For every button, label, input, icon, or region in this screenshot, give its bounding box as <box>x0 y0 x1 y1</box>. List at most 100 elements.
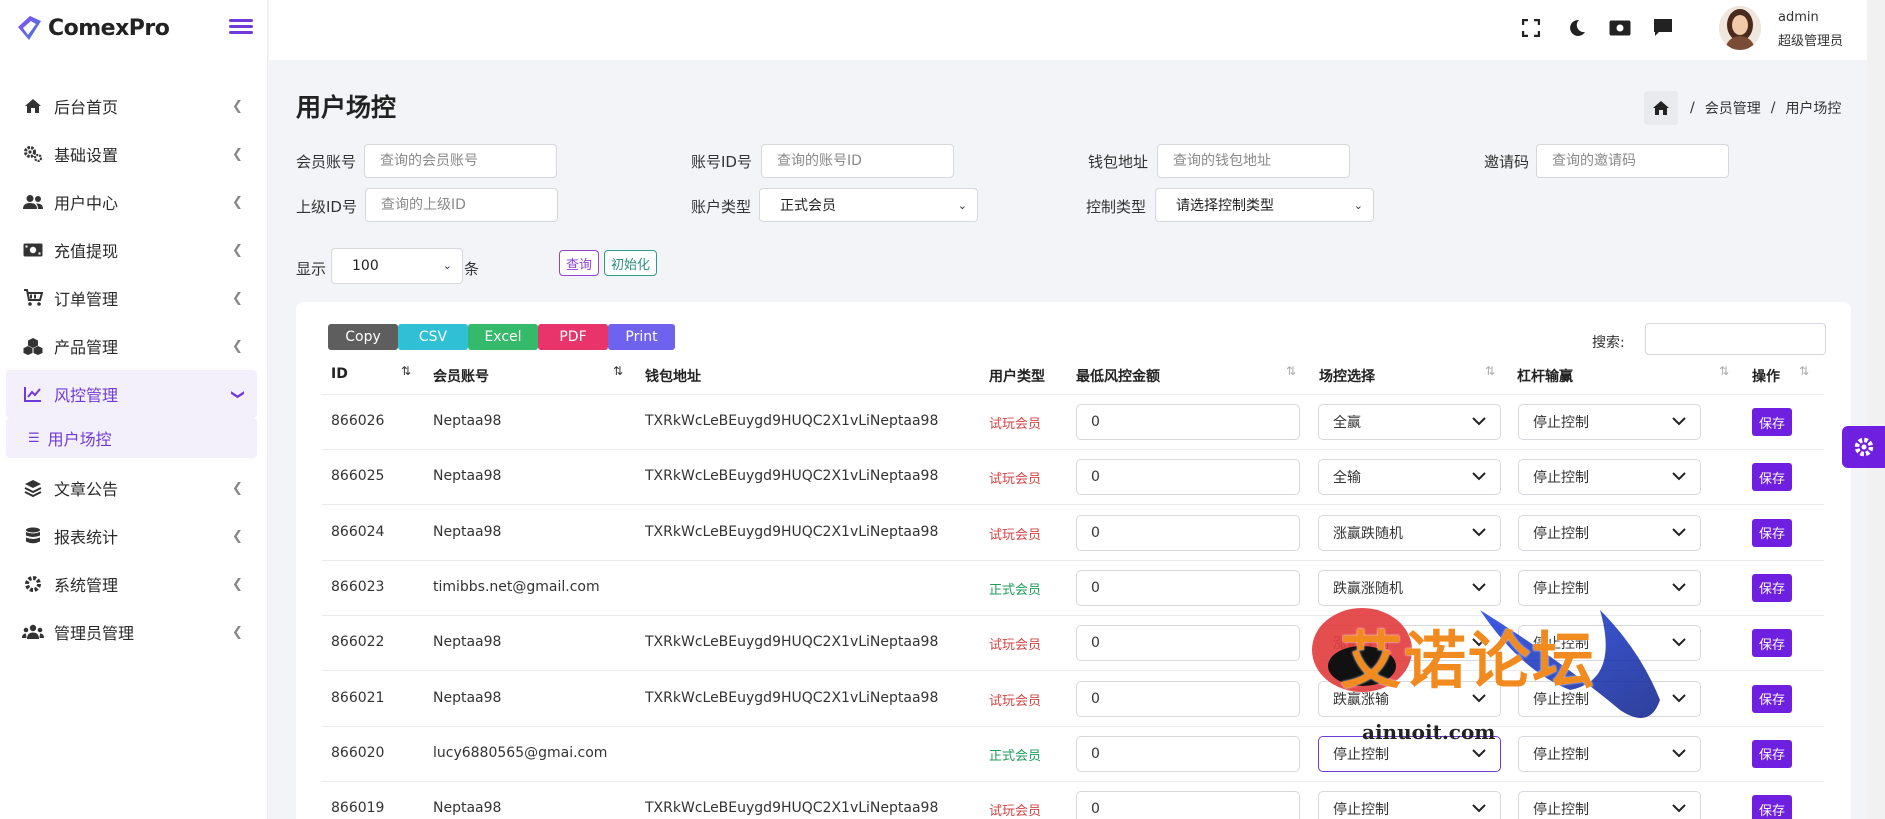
save-button[interactable]: 保存 <box>1752 629 1792 658</box>
min-amount-input[interactable]: 0 <box>1076 514 1300 551</box>
sidebar-item-articles[interactable]: 文章公告 ❮ <box>0 464 267 512</box>
control-select[interactable]: 跌赢涨随机 <box>1318 569 1501 606</box>
account-type-select[interactable]: 正式会员 ⌄ <box>759 188 978 222</box>
sort-icon[interactable]: ⇅ <box>1485 364 1495 378</box>
chevron-down-icon <box>1472 414 1486 430</box>
leverage-select[interactable]: 停止控制 <box>1518 625 1701 662</box>
dark-mode-icon[interactable] <box>1565 16 1589 40</box>
account-id-input[interactable] <box>761 144 954 178</box>
reset-button[interactable]: 初始化 <box>604 250 658 276</box>
min-amount-input[interactable]: 0 <box>1076 735 1300 772</box>
sidebar-subitem-user-control[interactable]: ☰ 用户场控 <box>6 418 257 458</box>
cell-member: Neptaa98 <box>433 634 502 651</box>
page-size-select[interactable]: 100 ⌄ <box>331 248 463 284</box>
save-button[interactable]: 保存 <box>1752 573 1792 602</box>
copy-button[interactable]: Copy <box>328 324 398 350</box>
save-button[interactable]: 保存 <box>1752 739 1792 768</box>
sidebar-item-recharge[interactable]: 充值提现 ❮ <box>0 226 267 274</box>
leverage-select[interactable]: 停止控制 <box>1518 791 1701 819</box>
menu-toggle-icon[interactable] <box>229 16 253 38</box>
sidebar-item-risk-control[interactable]: 风控管理 ❮ <box>6 370 257 418</box>
search-input[interactable] <box>1645 323 1826 355</box>
user-name[interactable]: admin <box>1778 10 1819 25</box>
cart-icon <box>22 287 44 309</box>
leverage-select[interactable]: 停止控制 <box>1518 569 1701 606</box>
chevron-left-icon: ❮ <box>232 577 243 592</box>
sidebar-item-user-center[interactable]: 用户中心 ❮ <box>0 178 267 226</box>
control-select[interactable]: 停止控制 <box>1318 735 1501 772</box>
control-select[interactable]: 全输 <box>1318 459 1501 496</box>
sort-icon[interactable]: ⇅ <box>1799 364 1809 378</box>
leverage-select[interactable]: 停止控制 <box>1518 459 1701 496</box>
control-select[interactable]: 停止控制 <box>1318 791 1501 819</box>
pdf-button[interactable]: PDF <box>538 324 608 350</box>
th-user-type: 用户类型 <box>989 369 1045 385</box>
control-select[interactable]: 全赢 <box>1318 404 1501 440</box>
leverage-select-value: 停止控制 <box>1533 470 1589 487</box>
save-button[interactable]: 保存 <box>1752 795 1792 819</box>
settings-gear-icon[interactable] <box>1842 426 1885 468</box>
sidebar: ComexPro 后台首页 ❮ 基础设置 ❮ 用户中心 ❮ 充值提现 ❮ 订单管… <box>0 0 268 819</box>
control-type-select[interactable]: 请选择控制类型 ⌄ <box>1155 188 1374 222</box>
save-button[interactable]: 保存 <box>1752 518 1792 547</box>
sidebar-item-system[interactable]: 系统管理 ❮ <box>0 560 267 608</box>
save-button[interactable]: 保存 <box>1752 463 1792 492</box>
topbar: admin 超级管理员 <box>269 0 1867 60</box>
leverage-select[interactable]: 停止控制 <box>1518 514 1701 551</box>
min-amount-input[interactable]: 0 <box>1076 625 1300 662</box>
control-select[interactable]: 涨赢跌随机 <box>1318 514 1501 551</box>
row-divider <box>322 614 1824 616</box>
control-select[interactable]: 跌赢涨输 <box>1318 680 1501 717</box>
control-select[interactable]: 涨赢跌输 <box>1318 625 1501 662</box>
print-button[interactable]: Print <box>608 324 675 350</box>
csv-button[interactable]: CSV <box>398 324 468 350</box>
leverage-select-value: 停止控制 <box>1533 802 1589 819</box>
th-member[interactable]: 会员账号 <box>433 366 489 386</box>
cell-wallet: TXRkWcLeBEuygd9HUQC2X1vLiNeptaa98 <box>645 413 939 429</box>
save-button[interactable]: 保存 <box>1752 684 1792 713</box>
control-select-value: 停止控制 <box>1333 802 1389 819</box>
sort-icon[interactable]: ⇅ <box>401 364 411 378</box>
excel-button[interactable]: Excel <box>468 324 538 350</box>
sidebar-item-orders[interactable]: 订单管理 ❮ <box>0 274 267 322</box>
th-id[interactable]: ID <box>331 366 348 382</box>
brand[interactable]: ComexPro <box>0 0 267 56</box>
sidebar-item-products[interactable]: 产品管理 ❮ <box>0 322 267 370</box>
sidebar-item-home[interactable]: 后台首页 ❮ <box>0 82 267 130</box>
cell-user-type: 试玩会员 <box>989 417 1042 432</box>
leverage-select[interactable]: 停止控制 <box>1518 680 1701 717</box>
min-amount-input[interactable]: 0 <box>1076 680 1300 717</box>
sidebar-item-basic-settings[interactable]: 基础设置 ❮ <box>0 130 267 178</box>
chevron-down-icon <box>1472 635 1486 651</box>
account-id-label: 账号ID号 <box>691 153 752 171</box>
parent-id-input[interactable] <box>365 188 558 222</box>
member-input[interactable] <box>364 144 557 178</box>
query-button[interactable]: 查询 <box>559 250 600 276</box>
vertical-scrollbar[interactable] <box>1867 0 1885 819</box>
avatar[interactable] <box>1719 6 1761 50</box>
breadcrumb-item-members[interactable]: 会员管理 <box>1705 98 1761 118</box>
money-icon[interactable] <box>1608 16 1632 40</box>
th-min-amount[interactable]: 最低风控金额 <box>1076 366 1160 386</box>
min-amount-input[interactable]: 0 <box>1076 791 1300 819</box>
invite-input[interactable] <box>1536 144 1729 178</box>
th-leverage[interactable]: 杠杆输赢 <box>1517 366 1573 386</box>
min-amount-input[interactable]: 0 <box>1076 569 1300 606</box>
message-icon[interactable] <box>1651 16 1675 40</box>
sort-icon[interactable]: ⇅ <box>1286 364 1296 378</box>
save-button[interactable]: 保存 <box>1752 408 1792 436</box>
sort-icon[interactable]: ⇅ <box>613 364 623 378</box>
leverage-select[interactable]: 停止控制 <box>1518 735 1701 772</box>
leverage-select[interactable]: 停止控制 <box>1518 404 1701 440</box>
sort-icon[interactable]: ⇅ <box>1719 364 1729 378</box>
sidebar-item-reports[interactable]: 报表统计 ❮ <box>0 512 267 560</box>
page-size-value: 100 <box>352 258 379 274</box>
th-control[interactable]: 场控选择 <box>1319 366 1375 386</box>
min-amount-input[interactable]: 0 <box>1076 459 1300 496</box>
wallet-input[interactable] <box>1157 144 1350 178</box>
fullscreen-icon[interactable] <box>1519 16 1543 40</box>
min-amount-input[interactable]: 0 <box>1076 404 1300 440</box>
sidebar-item-admins[interactable]: 管理员管理 ❮ <box>0 608 267 656</box>
breadcrumb-home-icon[interactable] <box>1644 91 1678 125</box>
control-select-value: 涨赢跌输 <box>1333 636 1389 653</box>
